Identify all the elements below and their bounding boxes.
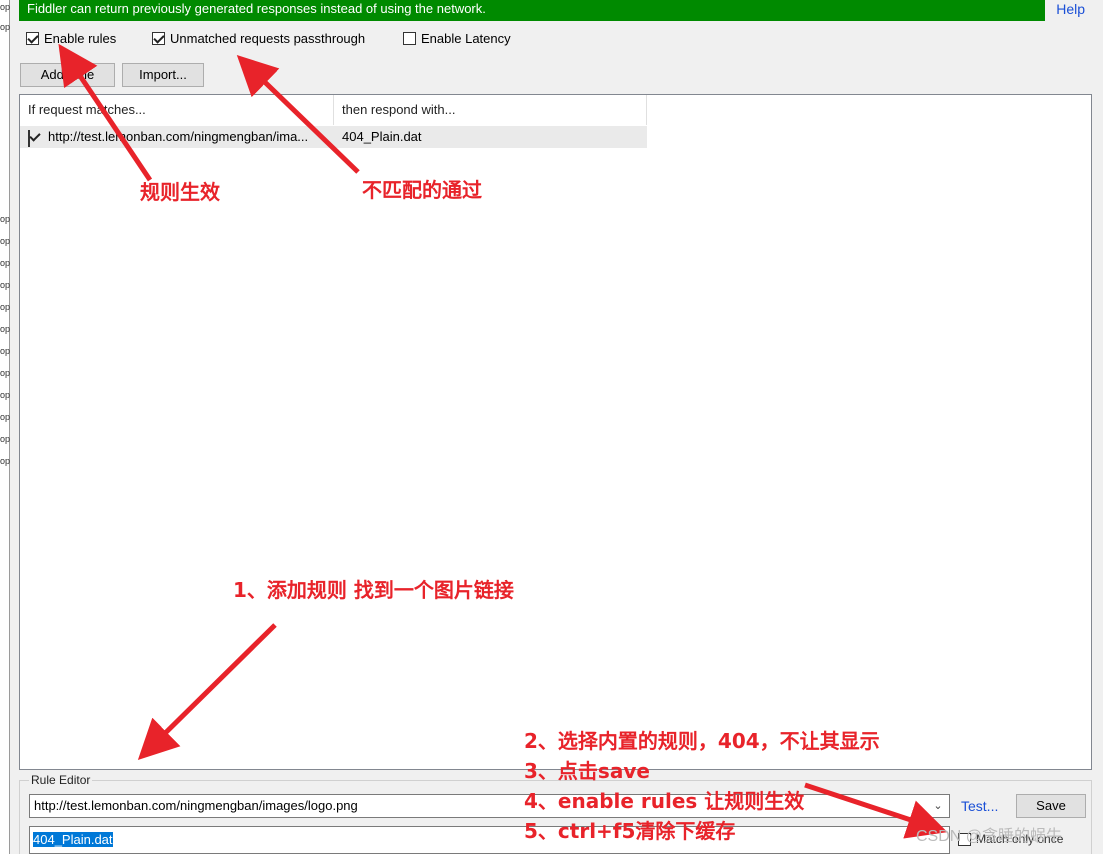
annotation-step3: 3、点击save — [524, 759, 650, 783]
annotation-step5: 5、ctrl+f5清除下缓存 — [524, 819, 736, 843]
annotation-rule-effective: 规则生效 — [140, 180, 220, 204]
annotation-step2: 2、选择内置的规则，404，不让其显示 — [524, 729, 880, 753]
watermark: CSDN @贪睡的蜗牛 — [916, 828, 1063, 845]
arrow-to-enable-rules — [58, 43, 153, 182]
annotation-step1: 1、添加规则 找到一个图片链接 — [233, 578, 514, 602]
arrow-to-rule-editor — [137, 623, 277, 761]
arrow-to-passthrough — [236, 55, 360, 174]
annotation-unmatched-pass: 不匹配的通过 — [362, 178, 482, 202]
annotation-step4: 4、enable rules 让规则生效 — [524, 789, 805, 813]
